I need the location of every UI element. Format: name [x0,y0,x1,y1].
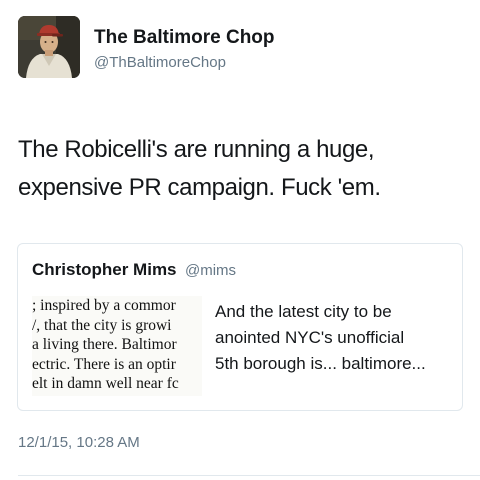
author-handle[interactable]: @ThBaltimoreChop [94,54,226,72]
image-text-line: /, that the city is growi [32,316,172,334]
tweet-text-line: The Robicelli's are running a huge, [18,136,375,163]
author-display-name[interactable]: The Baltimore Chop [94,27,275,49]
avatar[interactable] [18,16,80,78]
image-text-line: elt in damn well near fc [32,375,179,392]
quoted-text-line: And the latest city to be [215,302,392,321]
quoted-tweet-text: And the latest city to be anointed NYC's… [215,299,460,377]
divider [18,475,480,476]
tweet-text: The Robicelli's are running a huge, expe… [18,131,468,207]
quoted-tweet-card[interactable]: Christopher Mims @mims ; inspired by a c… [17,243,463,411]
quoted-author-handle: @mims [184,262,237,279]
quoted-tweet-header: Christopher Mims @mims [32,260,236,280]
quoted-tweet-image[interactable]: ; inspired by a commor /, that the city … [32,296,202,396]
quoted-text-line: anointed NYC's unofficial [215,328,405,347]
quoted-author-name: Christopher Mims [32,260,177,279]
quoted-text-line: 5th borough is... baltimore... [215,354,426,373]
baseball-player-avatar-icon [18,16,80,78]
image-text-line: a living there. Baltimor [32,336,177,353]
tweet-text-line: expensive PR campaign. Fuck 'em. [18,174,381,201]
image-text-line: ; inspired by a commor [32,297,176,314]
tweet-timestamp[interactable]: 12/1/15, 10:28 AM [18,434,140,451]
image-text-line: ectric. There is an optir [32,355,176,373]
